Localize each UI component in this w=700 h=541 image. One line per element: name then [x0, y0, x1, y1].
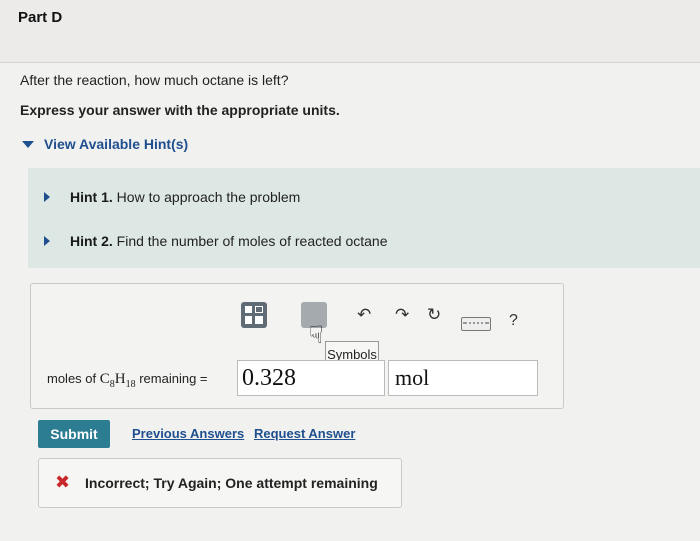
reset-icon[interactable]: ↻ — [427, 306, 441, 324]
feedback-text: Incorrect; Try Again; One attempt remain… — [85, 475, 378, 491]
hint-text: Find the number of moles of reacted octa… — [116, 233, 388, 249]
caret-down-icon — [22, 140, 34, 148]
hint-number: Hint 2. — [70, 233, 113, 249]
hint-text: How to approach the problem — [116, 189, 301, 205]
help-icon[interactable]: ? — [509, 312, 518, 330]
answer-label: moles of C8H18 remaining = — [47, 371, 208, 390]
instruction-text: Express your answer with the appropriate… — [20, 102, 340, 118]
previous-answers-link[interactable]: Previous Answers — [132, 426, 244, 441]
undo-icon[interactable]: ↶ — [357, 306, 371, 324]
caret-right-icon — [44, 192, 50, 202]
hint-number: Hint 1. — [70, 189, 113, 205]
request-answer-link[interactable]: Request Answer — [254, 426, 355, 441]
hints-panel: Hint 1. How to approach the problem Hint… — [28, 168, 700, 268]
templates-button[interactable] — [241, 302, 267, 328]
feedback-box: ✖ Incorrect; Try Again; One attempt rema… — [38, 458, 402, 508]
keyboard-icon[interactable] — [461, 317, 491, 331]
error-x-icon: ✖ — [55, 472, 71, 492]
submit-button[interactable]: Submit — [38, 420, 110, 448]
caret-right-icon — [44, 236, 50, 246]
view-hints-toggle[interactable]: View Available Hint(s) — [22, 136, 188, 152]
part-title: Part D — [18, 9, 63, 26]
view-hints-label: View Available Hint(s) — [44, 136, 189, 152]
hand-cursor-icon: ☟ — [309, 322, 324, 349]
hint-item-1[interactable]: Hint 1. How to approach the problem — [44, 189, 300, 205]
answer-unit-input[interactable]: mol — [388, 360, 538, 396]
redo-icon[interactable]: ↷ — [395, 306, 409, 324]
answer-box: ☟ Symbols ↶ ↷ ↻ ? moles of C8H18 remaini… — [30, 283, 564, 409]
answer-value-input[interactable]: 0.328 — [237, 360, 385, 396]
hint-item-2[interactable]: Hint 2. Find the number of moles of reac… — [44, 233, 388, 249]
question-text: After the reaction, how much octane is l… — [20, 72, 289, 88]
part-header: Part D — [0, 0, 700, 63]
templates-icon — [245, 306, 263, 324]
